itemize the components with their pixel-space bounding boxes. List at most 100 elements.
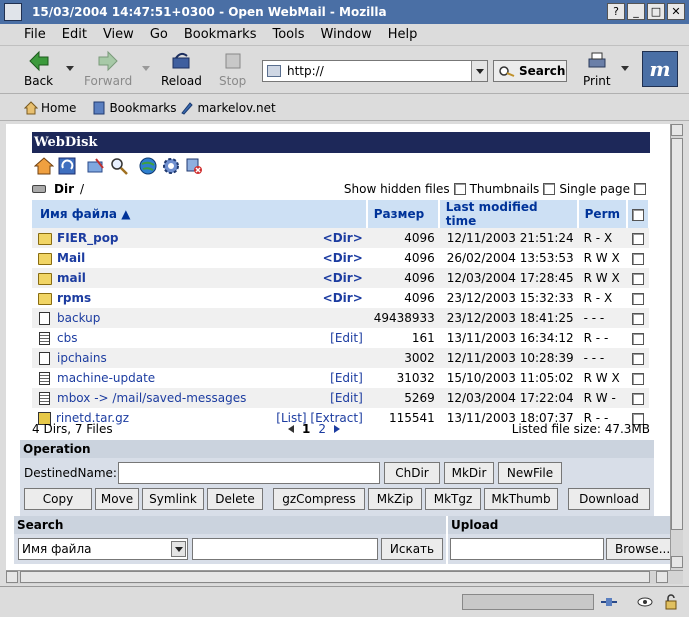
file-select-checkbox[interactable] xyxy=(632,392,644,405)
vertical-scrollbar[interactable] xyxy=(670,124,683,570)
mktgz-button[interactable]: MkTgz xyxy=(425,488,481,510)
home-link[interactable]: Home xyxy=(24,101,76,115)
current-dir-path[interactable]: / xyxy=(80,182,84,196)
file-action[interactable]: [Edit] xyxy=(252,368,367,388)
logout-icon[interactable] xyxy=(184,156,204,176)
file-select-checkbox[interactable] xyxy=(632,372,644,385)
browse-button[interactable]: Browse... xyxy=(606,538,670,560)
file-action[interactable]: <Dir> xyxy=(252,288,367,308)
gear-icon[interactable] xyxy=(161,156,181,176)
forward-history-dropdown-icon[interactable] xyxy=(142,66,150,71)
print-button[interactable]: Print xyxy=(583,50,611,88)
delete-button[interactable]: Delete xyxy=(207,488,263,510)
file-action[interactable] xyxy=(252,348,367,368)
online-status-icon[interactable] xyxy=(600,594,618,610)
horizontal-scrollbar[interactable] xyxy=(6,570,683,584)
column-perm-header[interactable]: Perm xyxy=(577,200,629,228)
download-button[interactable]: Download xyxy=(568,488,650,510)
file-action[interactable]: <Dir> xyxy=(252,268,367,288)
print-options-dropdown-icon[interactable] xyxy=(621,66,629,71)
file-name-cell[interactable]: rpms xyxy=(32,288,252,308)
file-action[interactable]: <Dir> xyxy=(252,248,367,268)
file-select-checkbox[interactable] xyxy=(632,352,644,365)
privacy-eye-icon[interactable] xyxy=(636,594,654,610)
file-name-cell[interactable]: Mail xyxy=(32,248,252,268)
file-name-cell[interactable]: mbox -> /mail/saved-messages xyxy=(32,388,252,408)
copy-button[interactable]: Copy xyxy=(24,488,92,510)
gzcompress-button[interactable]: gzCompress xyxy=(273,488,365,510)
maximize-window-button[interactable]: □ xyxy=(647,3,665,20)
file-name-cell[interactable]: backup xyxy=(32,308,252,328)
close-window-button[interactable]: ✕ xyxy=(667,3,685,20)
chdir-button[interactable]: ChDir xyxy=(384,462,440,484)
search-button[interactable]: Search xyxy=(493,60,567,82)
stop-button[interactable]: Stop xyxy=(219,50,246,88)
file-name-cell[interactable]: FIER_pop xyxy=(32,228,252,248)
file-action[interactable]: [Edit] xyxy=(252,388,367,408)
help-window-button[interactable]: ? xyxy=(607,3,625,20)
window-menu-icon[interactable] xyxy=(4,3,22,21)
file-name[interactable]: Mail xyxy=(57,251,85,265)
menu-go[interactable]: Go xyxy=(142,27,176,42)
menu-edit[interactable]: Edit xyxy=(54,27,95,42)
scroll-right-arrow-icon[interactable] xyxy=(656,571,668,583)
file-name-cell[interactable]: cbs xyxy=(32,328,252,348)
folder-tree-icon[interactable] xyxy=(86,156,106,176)
symlink-button[interactable]: Symlink xyxy=(142,488,204,510)
file-name[interactable]: backup xyxy=(57,311,100,325)
file-select-checkbox[interactable] xyxy=(632,252,644,265)
file-name[interactable]: mail xyxy=(57,271,86,285)
menu-tools[interactable]: Tools xyxy=(264,27,312,42)
horizontal-scroll-thumb[interactable] xyxy=(20,571,650,583)
bookmarks-link[interactable]: Bookmarks xyxy=(92,101,176,115)
mozilla-logo-icon[interactable]: m xyxy=(642,51,678,87)
file-name[interactable]: mbox -> /mail/saved-messages xyxy=(57,391,246,405)
markelov-link[interactable]: markelov.net xyxy=(180,101,276,115)
file-name-cell[interactable]: machine-update xyxy=(32,368,252,388)
single-page-checkbox[interactable] xyxy=(634,183,646,195)
file-action[interactable]: [Edit] xyxy=(252,328,367,348)
column-size-header[interactable]: Размер xyxy=(366,200,440,228)
refresh-icon[interactable] xyxy=(57,156,77,176)
mkdir-button[interactable]: MkDir xyxy=(444,462,494,484)
url-bar[interactable] xyxy=(262,60,488,82)
next-page-icon[interactable] xyxy=(334,425,340,433)
back-history-dropdown-icon[interactable] xyxy=(66,66,74,71)
file-name[interactable]: FIER_pop xyxy=(57,231,119,245)
file-select-checkbox[interactable] xyxy=(632,292,644,305)
reload-button[interactable]: Reload xyxy=(161,50,202,88)
search-input[interactable] xyxy=(192,538,378,560)
menu-window[interactable]: Window xyxy=(313,27,380,42)
file-name-cell[interactable]: ipchains xyxy=(32,348,252,368)
file-name[interactable]: rpms xyxy=(57,291,91,305)
menu-help[interactable]: Help xyxy=(380,27,426,42)
menu-bookmarks[interactable]: Bookmarks xyxy=(176,27,265,42)
menu-file[interactable]: File xyxy=(0,27,54,42)
globe-icon[interactable] xyxy=(138,156,158,176)
column-name-header[interactable]: Имя файла ▲ xyxy=(32,200,368,228)
search-field-select[interactable]: Имя файла xyxy=(18,538,188,560)
file-name[interactable]: machine-update xyxy=(57,371,155,385)
thumbnails-checkbox[interactable] xyxy=(543,183,556,195)
newfile-button[interactable]: NewFile xyxy=(498,462,562,484)
scroll-down-arrow-icon[interactable] xyxy=(671,556,683,568)
file-select-checkbox[interactable] xyxy=(632,332,644,345)
menu-view[interactable]: View xyxy=(95,27,142,42)
search-files-icon[interactable] xyxy=(109,156,129,176)
file-select-checkbox[interactable] xyxy=(632,272,644,285)
page-2-link[interactable]: 2 xyxy=(318,422,326,436)
destined-name-input[interactable] xyxy=(118,462,380,484)
move-button[interactable]: Move xyxy=(95,488,139,510)
url-history-dropdown-icon[interactable] xyxy=(471,61,487,81)
file-name[interactable]: cbs xyxy=(57,331,77,345)
select-all-checkbox[interactable] xyxy=(632,208,644,221)
mkthumb-button[interactable]: MkThumb xyxy=(484,488,558,510)
file-select-checkbox[interactable] xyxy=(632,232,644,245)
mkzip-button[interactable]: MkZip xyxy=(368,488,422,510)
search-submit-button[interactable]: Искать xyxy=(381,538,443,560)
scroll-left-arrow-icon[interactable] xyxy=(6,571,18,583)
scroll-up-arrow-icon[interactable] xyxy=(671,124,683,136)
back-button[interactable]: Back xyxy=(24,50,53,88)
file-name[interactable]: ipchains xyxy=(57,351,107,365)
file-select-checkbox[interactable] xyxy=(632,312,644,325)
